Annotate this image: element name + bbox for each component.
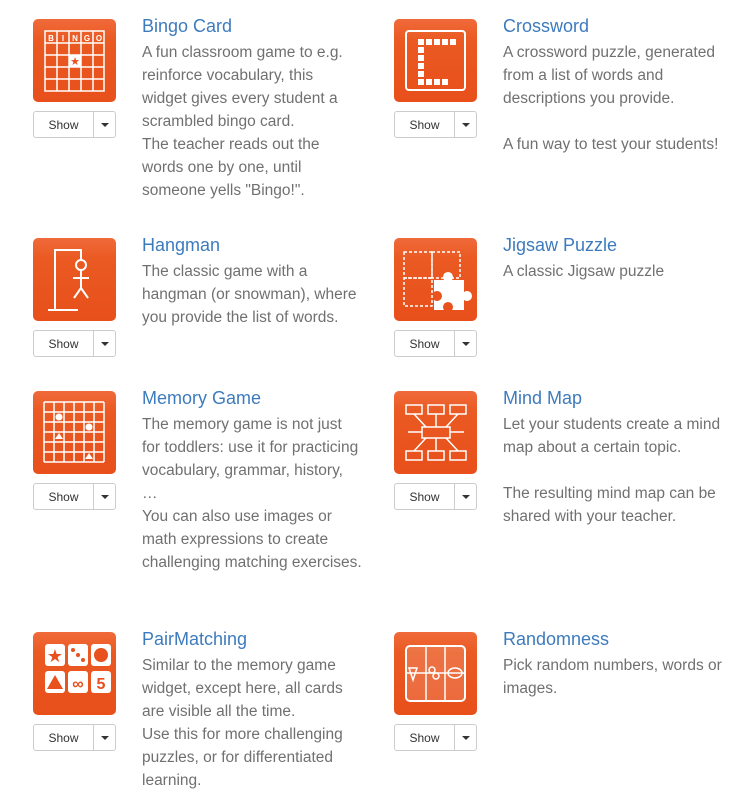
show-button-group: Show <box>33 483 116 510</box>
widget-title[interactable]: Randomness <box>503 629 609 650</box>
show-button[interactable]: Show <box>34 112 94 137</box>
show-button-group: Show <box>33 724 116 751</box>
widget-title[interactable]: Hangman <box>142 235 220 256</box>
description-paragraph: Let your students create a mind map abou… <box>503 416 721 456</box>
widget-title[interactable]: Jigsaw Puzzle <box>503 235 617 256</box>
widget-title[interactable]: Bingo Card <box>142 16 232 37</box>
dropdown-toggle[interactable] <box>455 725 476 750</box>
description-paragraph: The resulting mind map can be shared wit… <box>503 485 716 525</box>
description-paragraph <box>503 110 723 133</box>
description-paragraph: A fun way to test your students! <box>503 136 719 153</box>
description-paragraph: Similar to the memory game widget, excep… <box>142 657 343 720</box>
memory-game-icon[interactable] <box>33 391 116 474</box>
description-paragraph: Pick random numbers, words or images. <box>503 657 722 697</box>
bingo-card-icon[interactable]: B I N G O ★ <box>33 19 116 102</box>
widget-description: Pick random numbers, words or images. <box>503 654 723 700</box>
svg-text:B: B <box>48 34 54 43</box>
dropdown-toggle[interactable] <box>94 725 115 750</box>
widget-title[interactable]: PairMatching <box>142 629 247 650</box>
caret-down-icon <box>461 341 470 346</box>
widget-description: Similar to the memory game widget, excep… <box>142 654 362 792</box>
show-button[interactable]: Show <box>34 331 94 356</box>
widget-description: A fun classroom game to e.g. reinforce v… <box>142 41 362 202</box>
dropdown-toggle[interactable] <box>94 331 115 356</box>
show-button[interactable]: Show <box>395 112 455 137</box>
widget-title[interactable]: Mind Map <box>503 388 582 409</box>
mind-map-icon[interactable] <box>394 391 477 474</box>
svg-text:O: O <box>96 34 102 43</box>
show-button-group: Show <box>394 330 477 357</box>
show-button-group: Show <box>394 111 477 138</box>
description-paragraph: The classic game with a hangman (or snow… <box>142 263 357 326</box>
show-button[interactable]: Show <box>34 725 94 750</box>
show-button-group: Show <box>33 111 116 138</box>
caret-down-icon <box>461 735 470 740</box>
widget-description: The memory game is not just for toddlers… <box>142 413 362 574</box>
caret-down-icon <box>461 494 470 499</box>
description-paragraph: A fun classroom game to e.g. reinforce v… <box>142 44 343 130</box>
show-button-group: Show <box>394 724 477 751</box>
dropdown-toggle[interactable] <box>94 112 115 137</box>
svg-text:I: I <box>62 34 64 43</box>
svg-text:N: N <box>72 34 78 43</box>
hangman-icon[interactable] <box>33 238 116 321</box>
svg-text:G: G <box>84 34 90 43</box>
description-paragraph <box>503 459 723 482</box>
caret-down-icon <box>100 341 109 346</box>
widget-description: Let your students create a mind map abou… <box>503 413 723 528</box>
description-paragraph: You can also use images or math expressi… <box>142 508 362 571</box>
randomness-icon[interactable] <box>394 632 477 715</box>
widget-description: A classic Jigsaw puzzle <box>503 260 723 283</box>
description-paragraph: The memory game is not just for toddlers… <box>142 416 359 502</box>
show-button[interactable]: Show <box>395 484 455 509</box>
description-paragraph: The teacher reads out the words one by o… <box>142 136 320 199</box>
widget-description: A crossword puzzle, generated from a lis… <box>503 41 723 156</box>
show-button[interactable]: Show <box>395 725 455 750</box>
dropdown-toggle[interactable] <box>455 484 476 509</box>
show-button[interactable]: Show <box>395 331 455 356</box>
pair-matching-icon[interactable]: ★ ∞ 5 <box>33 632 116 715</box>
show-button-group: Show <box>33 330 116 357</box>
svg-text:∞: ∞ <box>72 676 83 693</box>
description-paragraph: Use this for more challenging puzzles, o… <box>142 726 343 789</box>
caret-down-icon <box>100 494 109 499</box>
svg-text:5: 5 <box>97 676 106 693</box>
show-button-group: Show <box>394 483 477 510</box>
widget-title[interactable]: Crossword <box>503 16 589 37</box>
caret-down-icon <box>100 122 109 127</box>
crossword-icon[interactable] <box>394 19 477 102</box>
svg-text:★: ★ <box>47 646 63 666</box>
dropdown-toggle[interactable] <box>455 331 476 356</box>
show-button[interactable]: Show <box>34 484 94 509</box>
svg-text:★: ★ <box>70 56 80 68</box>
widget-title[interactable]: Memory Game <box>142 388 261 409</box>
caret-down-icon <box>100 735 109 740</box>
jigsaw-puzzle-icon[interactable] <box>394 238 477 321</box>
description-paragraph: A crossword puzzle, generated from a lis… <box>503 44 715 107</box>
caret-down-icon <box>461 122 470 127</box>
description-paragraph: A classic Jigsaw puzzle <box>503 263 665 280</box>
dropdown-toggle[interactable] <box>455 112 476 137</box>
widget-description: The classic game with a hangman (or snow… <box>142 260 362 329</box>
dropdown-toggle[interactable] <box>94 484 115 509</box>
